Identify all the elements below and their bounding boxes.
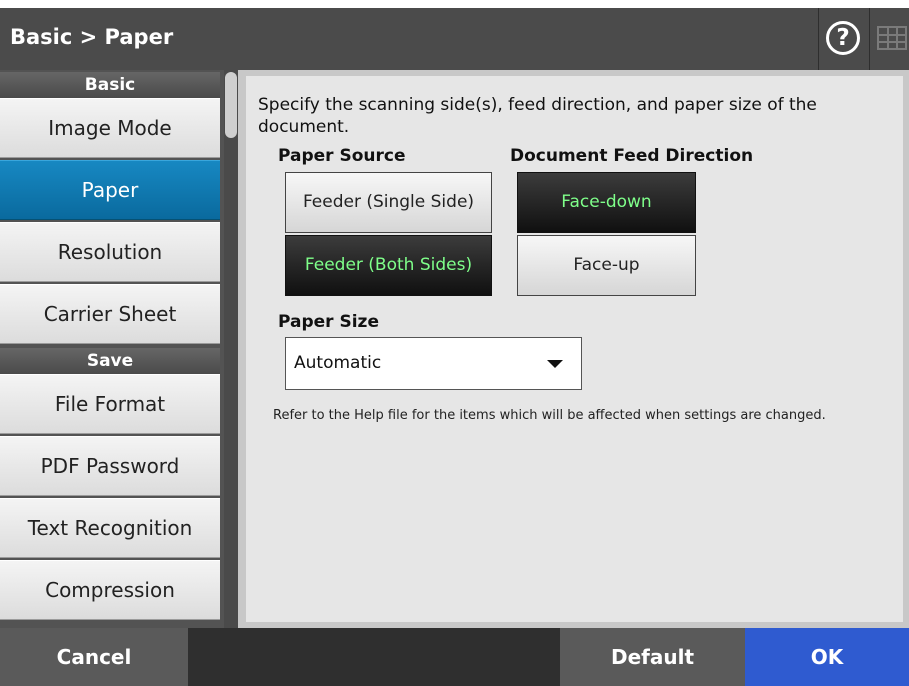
sidebar-item-pdf-password[interactable]: PDF Password bbox=[0, 436, 220, 496]
settings-content: Specify the scanning side(s), feed direc… bbox=[246, 76, 903, 622]
ok-button[interactable]: OK bbox=[745, 628, 909, 686]
sidebar-item-file-format[interactable]: File Format bbox=[0, 374, 220, 434]
footer-spacer bbox=[188, 628, 560, 686]
paper-size-label: Paper Size bbox=[278, 312, 379, 332]
paper-size-dropdown[interactable]: Automatic bbox=[285, 337, 582, 390]
sidebar-section-save: Save bbox=[0, 348, 220, 374]
help-icon: ? bbox=[826, 21, 860, 55]
paper-source-label: Paper Source bbox=[278, 146, 406, 166]
cancel-button[interactable]: Cancel bbox=[0, 628, 188, 686]
settings-panel: Specify the scanning side(s), feed direc… bbox=[238, 70, 909, 628]
sidebar-section-basic: Basic bbox=[0, 72, 220, 98]
help-note: Refer to the Help file for the items whi… bbox=[273, 408, 826, 423]
sidebar-item-text-recognition[interactable]: Text Recognition bbox=[0, 498, 220, 558]
keyboard-icon bbox=[877, 26, 907, 50]
chevron-down-icon bbox=[547, 360, 563, 368]
face-up-button[interactable]: Face-up bbox=[517, 235, 696, 296]
sidebar: Basic Image Mode Paper Resolution Carrie… bbox=[0, 70, 238, 628]
sidebar-item-paper[interactable]: Paper bbox=[0, 160, 220, 220]
sidebar-scrollbar[interactable] bbox=[224, 70, 238, 628]
face-down-button[interactable]: Face-down bbox=[517, 172, 696, 233]
help-button[interactable]: ? bbox=[818, 8, 870, 70]
title-bar: Basic > Paper bbox=[0, 8, 909, 70]
instruction-text: Specify the scanning side(s), feed direc… bbox=[258, 95, 817, 137]
paper-size-value: Automatic bbox=[294, 353, 382, 373]
default-button[interactable]: Default bbox=[560, 628, 745, 686]
sidebar-item-compression[interactable]: Compression bbox=[0, 560, 220, 620]
sidebar-item-resolution[interactable]: Resolution bbox=[0, 222, 220, 282]
feeder-single-side-button[interactable]: Feeder (Single Side) bbox=[285, 172, 492, 233]
scroll-thumb[interactable] bbox=[225, 72, 237, 138]
feed-direction-label: Document Feed Direction bbox=[510, 146, 754, 166]
sidebar-item-carrier-sheet[interactable]: Carrier Sheet bbox=[0, 284, 220, 344]
footer-bar: Cancel Default OK bbox=[0, 628, 909, 686]
breadcrumb-title: Basic > Paper bbox=[10, 25, 174, 49]
sidebar-item-image-mode[interactable]: Image Mode bbox=[0, 98, 220, 158]
keyboard-button[interactable] bbox=[871, 8, 909, 70]
feeder-both-sides-button[interactable]: Feeder (Both Sides) bbox=[285, 235, 492, 296]
